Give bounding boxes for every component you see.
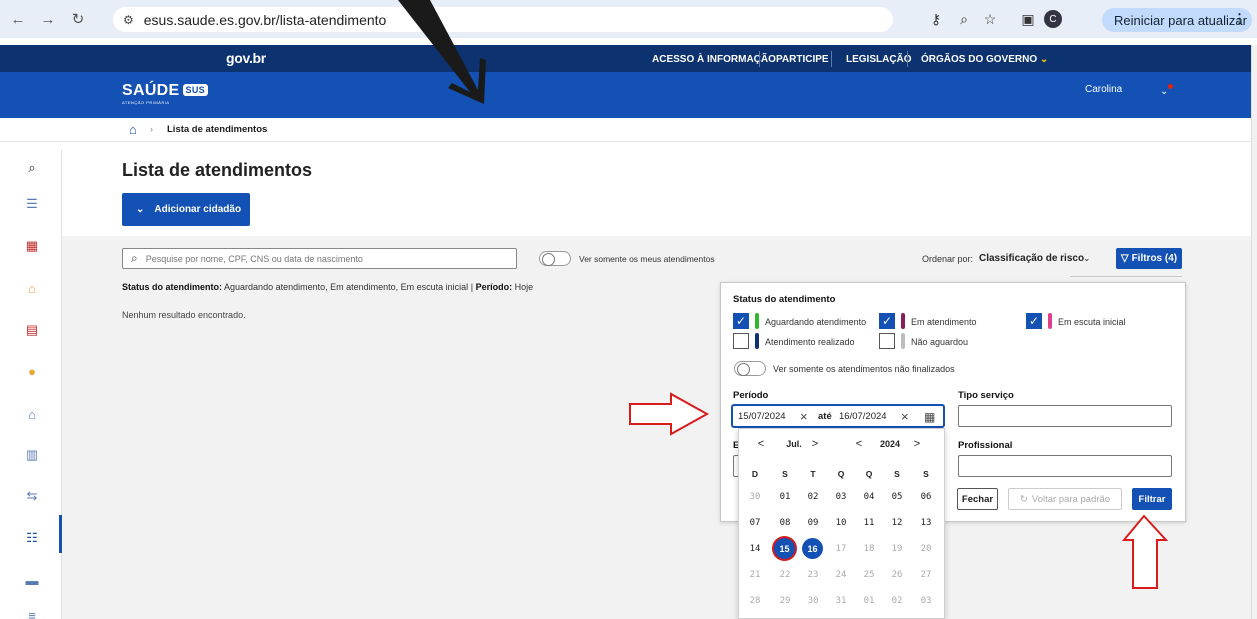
annotation-curved-arrow [398, 0, 486, 104]
annotation-arrow-up [1121, 514, 1169, 589]
annotation-arrow-right [629, 392, 710, 436]
annotation-layer [398, 0, 1169, 589]
